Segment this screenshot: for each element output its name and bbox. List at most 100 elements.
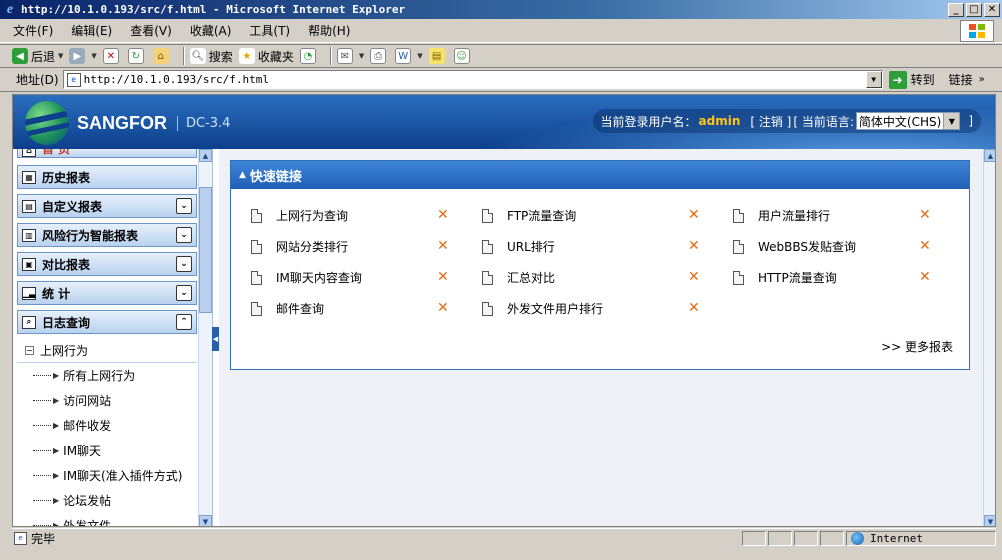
chevron-right-icon: »: [978, 74, 985, 85]
edit-button[interactable]: W ▼: [395, 48, 423, 64]
remove-icon[interactable]: ✕: [688, 300, 700, 316]
home-icon: ⌂: [22, 149, 36, 157]
scroll-up-icon[interactable]: ▲: [199, 149, 212, 162]
panel-header[interactable]: ▲ 快速链接: [231, 161, 969, 189]
document-icon: [251, 239, 262, 254]
scroll-up-icon[interactable]: ▲: [984, 149, 995, 162]
tree-item[interactable]: ▶ 论坛发帖: [17, 488, 197, 513]
remove-icon[interactable]: ✕: [919, 207, 931, 223]
sidebar-item-history-reports[interactable]: ▦ 历史报表: [17, 165, 197, 189]
address-input[interactable]: e http://10.1.0.193/src/f.html ▼: [62, 70, 883, 89]
menu-file[interactable]: 文件(F): [4, 22, 62, 39]
discuss-button[interactable]: ▤: [428, 48, 448, 64]
sidebar-item-custom-reports[interactable]: ▤ 自定义报表 ⌄: [17, 194, 197, 218]
menu-tools[interactable]: 工具(T): [240, 22, 299, 39]
app-header: SANGFOR DC-3.4 当前登录用户名： admin [ 注销 ] [ 当…: [13, 95, 995, 149]
quick-link[interactable]: HTTP流量查询: [733, 269, 837, 286]
document-icon: [482, 239, 493, 254]
menu-view[interactable]: 查看(V): [121, 22, 181, 39]
chevron-down-icon[interactable]: ⌄: [176, 198, 192, 214]
remove-icon[interactable]: ✕: [688, 238, 700, 254]
forward-button[interactable]: ▶ ▼: [69, 48, 97, 64]
home-button[interactable]: ⌂: [152, 48, 172, 64]
remove-icon[interactable]: ✕: [919, 238, 931, 254]
history-button[interactable]: ◔: [299, 48, 319, 64]
logout-link[interactable]: [ 注销 ]: [750, 113, 791, 130]
quick-link[interactable]: FTP流量查询: [482, 207, 576, 224]
close-button[interactable]: ✕: [984, 2, 1000, 17]
menu-help[interactable]: 帮助(H): [299, 22, 359, 39]
sidebar-item-risk-reports[interactable]: ▥ 风险行为智能报表 ⌄: [17, 223, 197, 247]
sidebar-item-statistics[interactable]: ▁▃ 统 计 ⌄: [17, 281, 197, 305]
document-icon: [482, 301, 493, 316]
collapse-icon[interactable]: −: [25, 346, 34, 355]
minimize-button[interactable]: _: [948, 2, 964, 17]
document-icon: [733, 208, 744, 223]
tree-item[interactable]: ▶ 邮件收发: [17, 413, 197, 438]
more-reports-link[interactable]: >> 更多报表: [881, 338, 953, 355]
go-button[interactable]: ➜ 转到: [888, 70, 935, 89]
quick-link[interactable]: 邮件查询: [251, 300, 324, 317]
scroll-down-icon[interactable]: ▼: [199, 515, 212, 526]
search-button[interactable]: 🔍︎ 搜索: [189, 48, 233, 65]
remove-icon[interactable]: ✕: [437, 207, 449, 223]
address-dropdown-button[interactable]: ▼: [865, 71, 882, 88]
back-button[interactable]: ◀ 后退 ▼: [12, 48, 63, 65]
document-icon: [733, 270, 744, 285]
log-search-icon: ⌕: [22, 315, 36, 329]
collapse-sidebar-button[interactable]: ◀: [212, 327, 219, 351]
sidebar-item-compare-reports[interactable]: ▣ 对比报表 ⌄: [17, 252, 197, 276]
address-bar: 地址(D) e http://10.1.0.193/src/f.html ▼ ➜…: [0, 68, 1002, 92]
remove-icon[interactable]: ✕: [437, 300, 449, 316]
remove-icon[interactable]: ✕: [688, 207, 700, 223]
sidebar-scrollbar[interactable]: ▲ ▼: [198, 149, 212, 526]
chevron-up-icon[interactable]: ⌃: [176, 314, 192, 330]
remove-icon[interactable]: ✕: [437, 238, 449, 254]
remove-icon[interactable]: ✕: [437, 269, 449, 285]
word-icon: W: [395, 48, 412, 64]
quick-link[interactable]: 汇总对比: [482, 269, 555, 286]
quick-link[interactable]: URL排行: [482, 238, 555, 255]
quick-link[interactable]: WebBBS发贴查询: [733, 238, 856, 255]
sidebar-item-log-query[interactable]: ⌕ 日志查询 ⌃: [17, 310, 197, 334]
language-select[interactable]: 简体中文(CHS) ▼: [855, 112, 961, 130]
menu-favorites[interactable]: 收藏(A): [181, 22, 241, 39]
quick-link[interactable]: 网站分类排行: [251, 238, 348, 255]
stop-icon: ✕: [102, 48, 119, 64]
chevron-down-icon[interactable]: ⌄: [176, 256, 192, 272]
tree-item[interactable]: ▶ 访问网站: [17, 388, 197, 413]
tree-item[interactable]: ▶ 外发文件: [17, 513, 197, 526]
quick-link[interactable]: 上网行为查询: [251, 207, 348, 224]
home-icon: ⌂: [152, 48, 169, 64]
refresh-button[interactable]: ↻: [127, 48, 147, 64]
globe-icon: [851, 531, 864, 545]
sidebar-nav: ⌂ 首 页 ▦ 历史报表 ▤ 自定义报表 ⌄ ▥ 风险行为智能报表 ⌄ ▣ 对比…: [17, 149, 197, 526]
tree-group-internet-behavior[interactable]: − 上网行为: [17, 339, 197, 363]
mail-button[interactable]: ✉ ▼: [336, 48, 364, 64]
print-button[interactable]: ⎙: [370, 48, 389, 64]
quick-link[interactable]: 外发文件用户排行: [482, 300, 603, 317]
quick-link[interactable]: 用户流量排行: [733, 207, 830, 224]
quick-link[interactable]: IM聊天内容查询: [251, 269, 362, 286]
favorites-button[interactable]: ★ 收藏夹: [238, 48, 294, 65]
chevron-down-icon[interactable]: ⌄: [176, 227, 192, 243]
tree-item[interactable]: ▶ IM聊天: [17, 438, 197, 463]
tree-item[interactable]: ▶ IM聊天(准入插件方式): [17, 463, 197, 488]
chevron-up-icon[interactable]: ▲: [239, 170, 246, 180]
menu-edit[interactable]: 编辑(E): [62, 22, 121, 39]
main-scrollbar[interactable]: ▲ ▼: [983, 149, 995, 526]
links-button[interactable]: 链接: [949, 71, 973, 88]
username: admin: [698, 114, 741, 128]
remove-icon[interactable]: ✕: [919, 269, 931, 285]
scroll-down-icon[interactable]: ▼: [984, 515, 995, 526]
maximize-button[interactable]: □: [966, 2, 982, 17]
user-bar: 当前登录用户名： admin [ 注销 ] [ 当前语言: 简体中文(CHS) …: [592, 109, 981, 133]
chevron-down-icon[interactable]: ⌄: [176, 285, 192, 301]
arrow-right-icon: ▶: [53, 396, 60, 405]
tree-item[interactable]: ▶ 所有上网行为: [17, 363, 197, 388]
sidebar-item-home[interactable]: ⌂ 首 页: [17, 149, 197, 158]
messenger-button[interactable]: ☺: [453, 48, 473, 64]
remove-icon[interactable]: ✕: [688, 269, 700, 285]
stop-button[interactable]: ✕: [102, 48, 122, 64]
scroll-thumb[interactable]: [199, 187, 212, 313]
